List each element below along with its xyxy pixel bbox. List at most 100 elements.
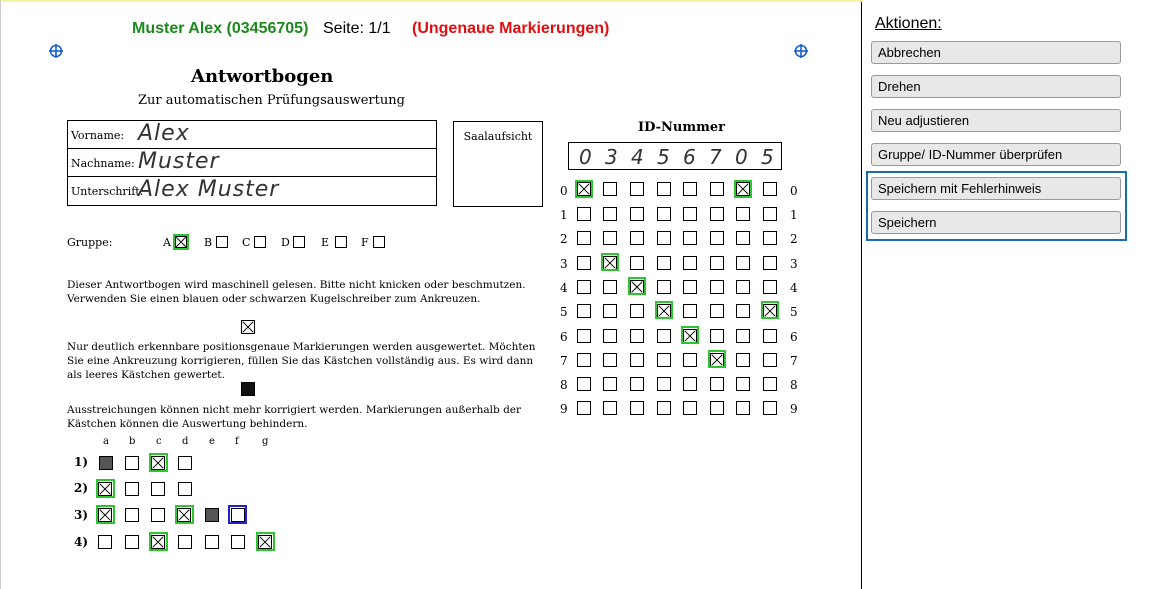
question-3-label: 3) bbox=[74, 508, 89, 522]
mark-highlight bbox=[601, 253, 619, 271]
answer-box bbox=[178, 456, 192, 470]
question-4-label: 4) bbox=[74, 535, 89, 549]
save-button[interactable]: Speichern bbox=[871, 211, 1121, 234]
mark-highlight bbox=[655, 301, 673, 319]
mark-highlight bbox=[708, 350, 726, 368]
id-box bbox=[577, 329, 591, 343]
firstname-row: Vorname: Alex bbox=[68, 121, 436, 149]
answer-column-f: f bbox=[235, 436, 239, 447]
id-box bbox=[603, 304, 617, 318]
id-box bbox=[657, 280, 671, 294]
group-box-b bbox=[216, 236, 228, 248]
id-row-label: 3 bbox=[790, 257, 798, 271]
id-box bbox=[603, 280, 617, 294]
id-box bbox=[577, 256, 591, 270]
id-box bbox=[763, 401, 777, 415]
id-box bbox=[630, 353, 644, 367]
question-1-label: 1) bbox=[74, 455, 89, 469]
sheet-subtitle: Zur automatischen Prüfungsauswertung bbox=[138, 93, 405, 108]
id-box bbox=[657, 231, 671, 245]
id-box bbox=[710, 329, 724, 343]
id-box bbox=[630, 401, 644, 415]
id-box bbox=[630, 256, 644, 270]
id-box bbox=[657, 401, 671, 415]
scan-view: Muster Alex (03456705) Seite: 1/1 (Ungen… bbox=[0, 0, 863, 589]
answer-column-g: g bbox=[262, 436, 269, 447]
crosshair-icon[interactable] bbox=[49, 44, 63, 58]
save-with-error-button[interactable]: Speichern mit Fehlerhinweis bbox=[871, 177, 1121, 200]
answer-box bbox=[99, 456, 113, 470]
id-row-label: 8 bbox=[790, 378, 798, 392]
id-box bbox=[603, 231, 617, 245]
mark-highlight bbox=[96, 479, 115, 498]
id-box bbox=[683, 401, 697, 415]
id-box bbox=[736, 401, 750, 415]
group-option-a: A bbox=[163, 236, 171, 249]
signature-row: Unterschrift: Alex Muster bbox=[68, 177, 436, 205]
mark-highlight bbox=[734, 180, 752, 198]
id-box bbox=[736, 329, 750, 343]
answer-column-b: b bbox=[129, 436, 136, 447]
id-box bbox=[630, 207, 644, 221]
id-box bbox=[577, 231, 591, 245]
id-row-label: 6 bbox=[790, 330, 798, 344]
crosshair-icon[interactable] bbox=[794, 44, 808, 58]
answer-box bbox=[151, 508, 165, 522]
id-box bbox=[763, 207, 777, 221]
group-option-c: C bbox=[242, 236, 251, 249]
id-digit: 0 bbox=[579, 145, 592, 169]
id-box bbox=[683, 182, 697, 196]
readjust-button[interactable]: Neu adjustieren bbox=[871, 109, 1121, 132]
name-fields: Vorname: Alex Nachname: Muster Unterschr… bbox=[67, 120, 437, 206]
id-row-label: 1 bbox=[560, 208, 568, 222]
mark-highlight bbox=[256, 532, 275, 551]
lastname-handwriting: Muster bbox=[138, 149, 220, 174]
id-box bbox=[683, 353, 697, 367]
id-row-label: 7 bbox=[790, 354, 798, 368]
example-cross-box bbox=[241, 320, 255, 334]
answer-box bbox=[178, 482, 192, 496]
id-box bbox=[603, 182, 617, 196]
id-box bbox=[630, 304, 644, 318]
id-box bbox=[577, 207, 591, 221]
answer-box bbox=[231, 535, 245, 549]
id-box bbox=[577, 377, 591, 391]
answer-box bbox=[125, 482, 139, 496]
id-box bbox=[657, 377, 671, 391]
actions-title: Aktionen: bbox=[875, 15, 942, 32]
id-box bbox=[710, 401, 724, 415]
group-option-f: F bbox=[361, 236, 369, 249]
inaccurate-marks-warning: (Ungenaue Markierungen) bbox=[412, 20, 610, 37]
cancel-button[interactable]: Abbrechen bbox=[871, 41, 1121, 64]
id-box bbox=[736, 256, 750, 270]
instructions-2: Nur deutlich erkennbare positionsgenaue … bbox=[67, 341, 536, 381]
id-row-label: 5 bbox=[560, 305, 568, 319]
student-name-id: Muster Alex (03456705) bbox=[132, 20, 309, 37]
id-box bbox=[710, 207, 724, 221]
rotate-button[interactable]: Drehen bbox=[871, 75, 1121, 98]
group-option-d: D bbox=[281, 236, 290, 249]
id-digit: 3 bbox=[605, 145, 618, 169]
id-box bbox=[710, 280, 724, 294]
id-row-label: 4 bbox=[790, 281, 798, 295]
sheet-title: Antwortbogen bbox=[191, 66, 334, 87]
id-box bbox=[763, 256, 777, 270]
id-row-label: 4 bbox=[560, 281, 568, 295]
answer-box bbox=[151, 482, 165, 496]
check-group-id-button[interactable]: Gruppe/ ID-Nummer überprüfen bbox=[871, 143, 1121, 166]
id-box bbox=[603, 401, 617, 415]
id-box bbox=[577, 401, 591, 415]
mark-highlight-uncertain bbox=[228, 505, 247, 524]
page-indicator: Seite: 1/1 bbox=[323, 20, 391, 37]
id-box bbox=[710, 182, 724, 196]
id-box bbox=[683, 256, 697, 270]
id-box bbox=[710, 231, 724, 245]
id-box bbox=[657, 182, 671, 196]
id-box bbox=[710, 377, 724, 391]
id-box bbox=[657, 207, 671, 221]
id-box bbox=[577, 353, 591, 367]
answer-box bbox=[98, 535, 112, 549]
id-box bbox=[736, 207, 750, 221]
id-box bbox=[763, 329, 777, 343]
id-box bbox=[683, 304, 697, 318]
